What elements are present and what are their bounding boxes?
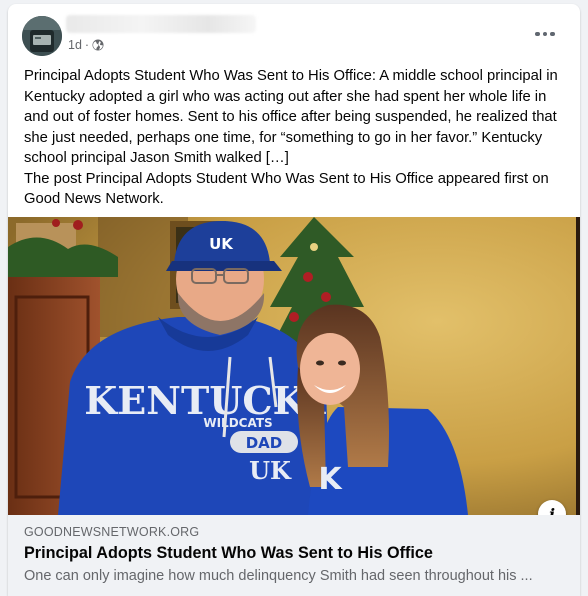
more-options-icon-dot [550, 31, 555, 37]
more-options-icon-dot [542, 31, 548, 37]
post-meta: 1d · [68, 38, 104, 52]
post-time[interactable]: 1d [68, 38, 82, 52]
post-photo[interactable]: UK KENTUCKY WILDCATS DAD UK K [8, 217, 580, 515]
post-header: 1d · [8, 4, 580, 64]
meta-separator: · [84, 38, 90, 52]
hoodie-badge: DAD [246, 434, 283, 452]
post-body: Principal Adopts Student Who Was Sent to… [24, 68, 558, 207]
hoodie-subtext: WILDCATS [203, 416, 272, 430]
avatar[interactable] [22, 16, 62, 56]
more-options-button[interactable] [530, 22, 560, 46]
link-domain: GOODNEWSNETWORK.ORG [24, 525, 200, 539]
svg-text:UK: UK [209, 235, 234, 253]
link-title[interactable]: Principal Adopts Student Who Was Sent to… [24, 544, 433, 563]
svg-text:K: K [318, 462, 343, 497]
link-preview[interactable]: GOODNEWSNETWORK.ORG Principal Adopts Stu… [8, 515, 580, 596]
photo-illustration: UK KENTUCKY WILDCATS DAD UK K [8, 217, 580, 515]
author-name-redacted[interactable] [66, 15, 256, 33]
link-description: One can only imagine how much delinquenc… [24, 568, 533, 584]
more-options-icon-dot [535, 31, 540, 37]
hoodie-logo: UK [249, 456, 292, 485]
avatar-image [22, 16, 62, 56]
globe-icon [92, 39, 104, 51]
post-card: 1d · Principal Adopts Student Who Was Se… [8, 4, 580, 596]
